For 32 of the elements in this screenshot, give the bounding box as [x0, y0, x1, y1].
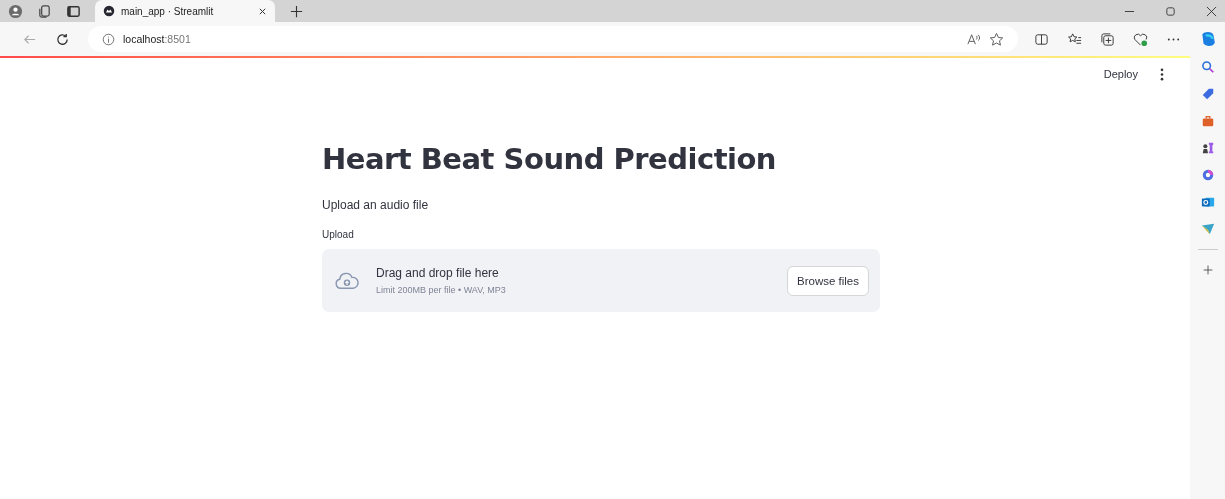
- drop-instruction: Drag and drop file here: [376, 266, 500, 280]
- star-icon[interactable]: [989, 31, 1004, 47]
- browser-tab[interactable]: main_app · Streamlit: [95, 0, 275, 22]
- favorites-icon[interactable]: [1067, 31, 1082, 47]
- file-limit-text: Limit 200MB per file • WAV, MP3: [376, 285, 507, 295]
- browse-files-button[interactable]: Browse files: [787, 265, 869, 296]
- restore-icon[interactable]: [1165, 5, 1176, 17]
- split-screen-icon[interactable]: [1034, 31, 1049, 47]
- caption-text: Upload an audio file: [322, 198, 430, 212]
- address-bar[interactable]: localhost:8501: [88, 26, 1018, 52]
- collections-icon[interactable]: [1100, 31, 1115, 47]
- file-dropzone[interactable]: Drag and drop file here Limit 200MB per file • WAV, MP3 Browse files: [322, 249, 880, 312]
- profile-icon[interactable]: [8, 3, 23, 19]
- search-icon[interactable]: [1200, 60, 1215, 74]
- briefcase-icon[interactable]: [1200, 114, 1215, 128]
- new-tab-icon[interactable]: [289, 3, 304, 19]
- page-title: Heart Beat Sound Prediction: [322, 142, 777, 176]
- info-icon: [102, 32, 115, 46]
- close-icon[interactable]: [1206, 5, 1217, 17]
- workspaces-icon[interactable]: [37, 3, 52, 19]
- upload-label: Upload: [322, 229, 355, 240]
- read-aloud-icon[interactable]: [966, 31, 981, 47]
- cloud-upload-icon: [334, 271, 360, 290]
- send-icon[interactable]: [1200, 222, 1215, 236]
- close-icon[interactable]: [258, 6, 267, 16]
- refresh-icon[interactable]: [55, 31, 70, 47]
- deploy-button[interactable]: Deploy: [1099, 66, 1142, 82]
- health-icon[interactable]: [1133, 31, 1148, 47]
- tab-title: main_app · Streamlit: [121, 5, 215, 17]
- tag-icon[interactable]: [1200, 87, 1215, 101]
- tab-actions-icon[interactable]: [66, 3, 81, 19]
- main-menu-icon[interactable]: [1160, 67, 1164, 81]
